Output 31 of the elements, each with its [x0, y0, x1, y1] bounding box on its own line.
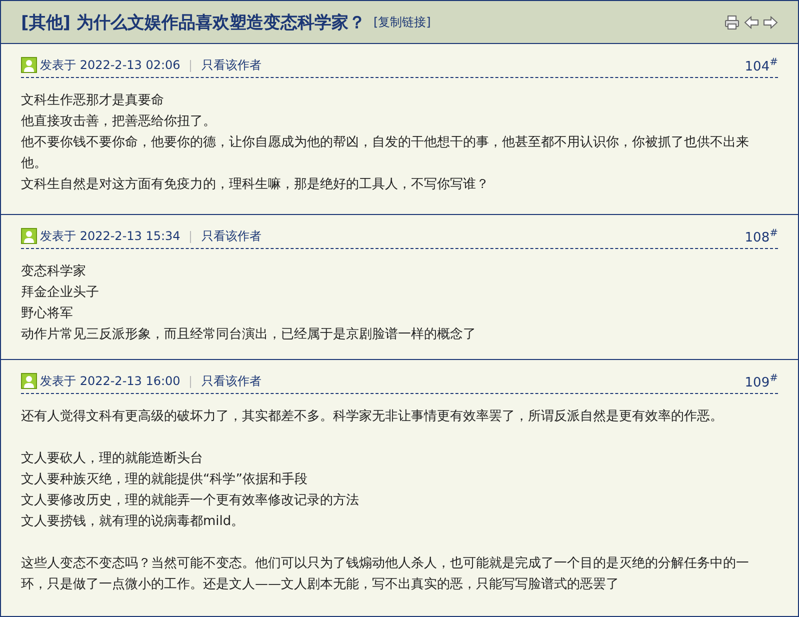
- post-text-line: 这些人变态不变态吗？当然可能不变态。他们可以只为了钱煽动他人杀人，也可能就是完成了一个目的是灭绝的分解任务中的一环，只是做了一点微小的工作。还是文人——文人剧本无能，写不出真实的恶，只能写写脸谱式的恶罢了: [21, 555, 750, 594]
- user-avatar-icon: [21, 57, 37, 73]
- thread-title: [其他] 为什么文娱作品喜欢塑造变态科学家？: [21, 12, 366, 34]
- post-text-line: 文人要捞钱，就有理的说病毒都mild。: [21, 513, 246, 531]
- post-text-line: 野心将军: [21, 305, 74, 323]
- left-arrow-icon[interactable]: [744, 16, 759, 28]
- user-avatar-icon: [21, 228, 37, 244]
- post-text-line: 文人要种族灭绝，理的就能提供“科学”依据和手段: [21, 471, 308, 489]
- post-text-line: 他直接攻击善，把善恶给你扭了。: [21, 113, 217, 131]
- floor-number: 108$^{#}$: [744, 228, 778, 245]
- post-time: 发表于 2022-2-13 16:00: [40, 373, 180, 390]
- floor-number: 109$^{#}$: [744, 372, 778, 390]
- author-only-link[interactable]: 只看该作者: [201, 228, 262, 245]
- post-text-line: 文科生自然是对这方面有免疫力的，理科生嘛，那是绝好的工具人，不写你写谁？: [21, 176, 490, 194]
- post-text-line: 变态科学家: [21, 263, 87, 281]
- post-text-line: 拜金企业头子: [21, 284, 100, 302]
- floor-number: 104$^{#}$: [744, 56, 778, 74]
- author-only-link[interactable]: 只看该作者: [201, 373, 262, 390]
- post-text-line: 还有人觉得文科有更高级的破坏力了，其实都差不多。科学家无非让事情更有效率罢了，所谓反派自然是更有效率的作恶。: [21, 408, 724, 426]
- post-text-line: 他不要你钱不要你命，他要你的德，让你自愿成为他的帮凶，自发的干他想干的事，他甚至都不用认识你，你被抓了也供不出来他。: [21, 134, 750, 173]
- post-text-line: 文人要修改历史，理的就能弄一个更有效率修改记录的方法: [21, 492, 360, 510]
- post-text-line: 文科生作恶那才是真要命: [21, 92, 165, 110]
- print-icon[interactable]: [724, 14, 740, 30]
- user-avatar-icon: [21, 373, 37, 389]
- post-time: 发表于 2022-2-13 15:34: [40, 228, 180, 245]
- author-only-link[interactable]: 只看该作者: [201, 57, 262, 74]
- copy-link[interactable]: [复制链接]: [373, 14, 431, 30]
- post-text-line: 动作片常见三反派形象，而且经常同台演出，已经属于是京剧脸谱一样的概念了: [21, 326, 477, 344]
- right-arrow-icon[interactable]: [763, 16, 778, 28]
- post-time: 发表于 2022-2-13 02:06: [40, 57, 180, 74]
- post-text-line: 文人要砍人，理的就能造断头台: [21, 450, 204, 468]
